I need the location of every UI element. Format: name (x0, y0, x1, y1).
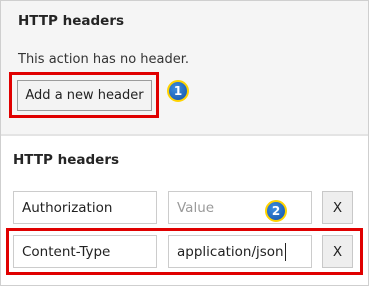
empty-state-message: This action has no header. (18, 52, 190, 67)
header-value-input[interactable]: Value (168, 191, 312, 224)
remove-header-button[interactable]: X (322, 191, 353, 224)
step-badge-2: 2 (265, 200, 287, 222)
header-key-input[interactable]: Authorization (13, 191, 157, 224)
divider (1, 134, 368, 136)
highlight-box-2 (6, 228, 363, 275)
section-title: HTTP headers (18, 13, 125, 29)
highlight-box-1 (9, 72, 159, 118)
section-title: HTTP headers (13, 152, 120, 168)
step-badge-1: 1 (167, 80, 189, 102)
